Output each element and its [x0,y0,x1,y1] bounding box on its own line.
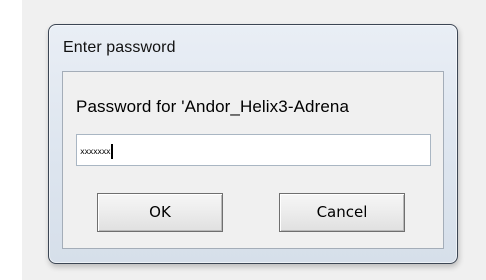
text-caret [111,144,114,159]
cancel-button[interactable]: Cancel [279,193,405,232]
ok-button[interactable]: OK [97,193,223,232]
password-mask: xxxxxxx [80,147,111,156]
dialog-body: Password for 'Andor_Helix3-Adrena xxxxxx… [62,71,444,249]
password-dialog: Enter password Password for 'Andor_Helix… [48,24,458,264]
password-prompt: Password for 'Andor_Helix3-Adrena [76,97,350,116]
dialog-title: Enter password [63,39,176,56]
password-field[interactable]: xxxxxxx [76,134,431,166]
